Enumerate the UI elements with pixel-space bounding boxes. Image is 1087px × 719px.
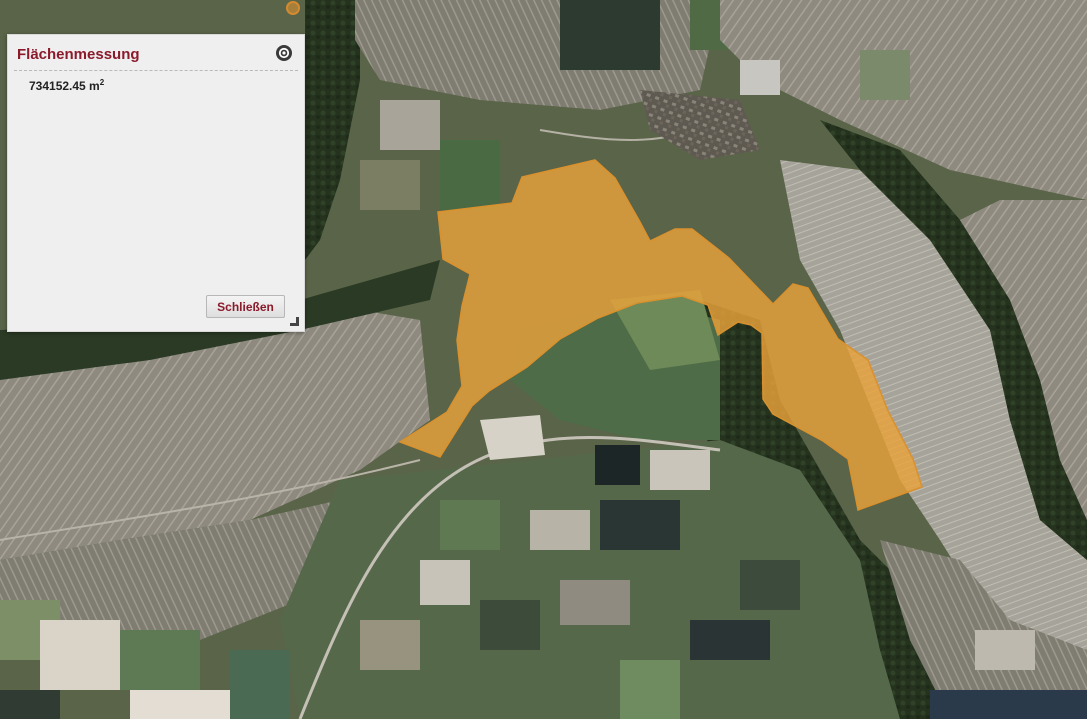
field-area: [360, 620, 420, 670]
field-area: [740, 60, 780, 95]
field-area: [690, 620, 770, 660]
field-area: [40, 620, 120, 690]
field-area: [560, 580, 630, 625]
field-area: [860, 50, 910, 100]
panel-title: Flächenmessung: [17, 46, 140, 63]
field-area: [595, 445, 640, 485]
field-area: [560, 0, 660, 70]
field-area: [650, 450, 710, 490]
field-area: [130, 690, 240, 719]
area-measurement-panel: Flächenmessung 734152.45 m2 Schließen: [7, 34, 305, 332]
measurement-unit-exponent: 2: [99, 78, 105, 87]
vertex-marker-icon[interactable]: [286, 1, 300, 15]
resize-corner-icon[interactable]: [290, 317, 299, 326]
field-area: [420, 560, 470, 605]
field-area: [360, 160, 420, 210]
field-area: [530, 510, 590, 550]
field-area: [380, 100, 440, 150]
measurement-value: 734152.45 m2: [29, 78, 104, 93]
close-icon[interactable]: [275, 44, 293, 62]
field-area: [120, 630, 200, 690]
field-area: [480, 600, 540, 650]
panel-header: Flächenmessung: [14, 35, 298, 71]
measurement-number: 734152.45 m: [29, 79, 100, 93]
field-area: [440, 140, 500, 210]
field-area: [600, 500, 680, 550]
close-button[interactable]: Schließen: [206, 295, 285, 318]
field-area: [440, 500, 500, 550]
settlement-area: [480, 415, 545, 460]
field-area: [0, 690, 60, 719]
field-area: [230, 650, 290, 719]
field-area: [280, 440, 900, 719]
field-area: [620, 660, 680, 719]
field-area: [740, 560, 800, 610]
river: [930, 690, 1087, 719]
settlement-area: [975, 630, 1035, 670]
